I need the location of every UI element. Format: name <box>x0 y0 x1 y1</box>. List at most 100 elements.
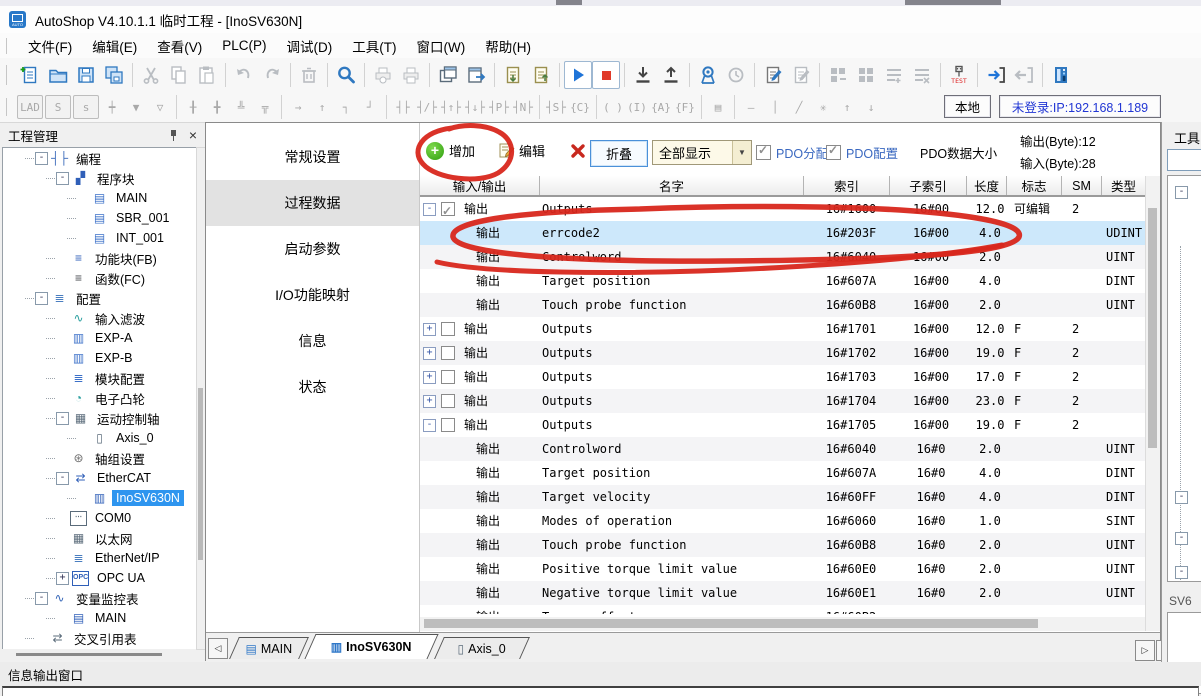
nav-tab-状态[interactable]: 状态 <box>206 364 419 410</box>
pdo-assign-checkbox[interactable]: PDO分配 <box>756 143 828 162</box>
expand-box-icon[interactable]: + <box>423 323 436 336</box>
pdo-config-checkbox[interactable]: PDO配置 <box>826 143 898 162</box>
add-button[interactable]: + 增加 <box>426 141 475 160</box>
tree-item-label[interactable]: 电子凸轮 <box>91 388 149 409</box>
scrollbar-thumb[interactable] <box>424 619 1038 628</box>
doc-tab-main[interactable]: ▤MAIN <box>229 637 309 659</box>
download-plc-icon[interactable] <box>629 61 657 89</box>
toolbox-tree[interactable]: - - - - <box>1167 175 1201 582</box>
tree-item-[interactable]: -┤├编程 <box>3 148 197 168</box>
tree-item-label[interactable]: EXP-B <box>91 350 137 366</box>
tree-item-label[interactable]: INT_001 <box>112 230 168 246</box>
tree-item-[interactable]: ⊛轴组设置 <box>3 448 197 468</box>
column-header-6[interactable]: SM <box>1062 176 1102 195</box>
tree-item-[interactable]: -▞程序块 <box>3 168 197 188</box>
expand-box-icon[interactable]: + <box>56 572 69 585</box>
scrollbar-thumb[interactable] <box>1148 208 1157 448</box>
pin-icon[interactable] <box>169 129 179 141</box>
table-vertical-scrollbar[interactable] <box>1145 176 1160 631</box>
tree-item-label[interactable]: EXP-A <box>91 330 137 346</box>
edit-write-icon[interactable] <box>759 61 787 89</box>
collapse-box-icon[interactable]: - <box>423 203 436 216</box>
new-file-icon[interactable] <box>16 61 44 89</box>
tree-item-exp-b[interactable]: ▥EXP-B <box>3 348 197 368</box>
tree-item-label[interactable]: MAIN <box>91 610 130 626</box>
tree-item-[interactable]: -≣配置 <box>3 288 197 308</box>
export-table-icon[interactable] <box>527 61 555 89</box>
tree-item-label[interactable]: 模块配置 <box>91 368 149 389</box>
tree-item-main[interactable]: ▤MAIN <box>3 188 197 208</box>
edit-button[interactable]: 编辑 <box>498 141 545 160</box>
collapse-box-icon[interactable]: - <box>1175 186 1188 199</box>
collapse-box-icon[interactable]: - <box>56 412 69 425</box>
device-panel-icon[interactable] <box>1047 61 1075 89</box>
collapse-box-icon[interactable]: - <box>56 472 69 485</box>
tree-item-label[interactable]: 交叉引用表 <box>70 628 141 649</box>
doc-tab-axis_0[interactable]: ▯Axis_0 <box>434 637 530 659</box>
tree-item-[interactable]: ∿输入滤波 <box>3 308 197 328</box>
project-tree-horizontal-scrollbar[interactable] <box>2 649 196 660</box>
table-horizontal-scrollbar[interactable] <box>420 617 1145 631</box>
tree-item-label[interactable]: 程序块 <box>93 168 139 189</box>
collapse-box-icon[interactable]: - <box>1175 532 1188 545</box>
run-icon[interactable] <box>564 61 592 89</box>
pdo-row-outputs-161702[interactable]: +输出Outputs16#170216#0019.0F2 <box>420 341 1145 365</box>
tree-item-[interactable]: ▦以太网 <box>3 528 197 548</box>
pdo-row-controlword-166040[interactable]: 输出Controlword16#604016#02.0UINT <box>420 437 1145 461</box>
login-status-button[interactable]: 未登录:IP:192.168.1.189 <box>999 95 1161 118</box>
tab-scroll-left-button[interactable]: ◁ <box>208 638 228 659</box>
toolbox-search-input[interactable] <box>1167 149 1201 171</box>
pdo-row-controlword-166040[interactable]: 输出Controlword16#604016#002.0UINT <box>420 245 1145 269</box>
pdo-row-outputs-161704[interactable]: +输出Outputs16#170416#0023.0F2 <box>420 389 1145 413</box>
tree-item-label[interactable]: MAIN <box>112 190 151 206</box>
menu-t[interactable]: 工具(T) <box>342 34 406 58</box>
import-table-icon[interactable] <box>499 61 527 89</box>
tree-item-[interactable]: -∿变量监控表 <box>3 588 197 608</box>
column-header-1[interactable]: 名字 <box>540 176 804 195</box>
chevron-down-icon[interactable]: ▼ <box>732 141 751 164</box>
tree-item-[interactable]: ◔电子凸轮 <box>3 388 197 408</box>
pdo-checkbox[interactable] <box>441 394 455 408</box>
tree-item-label[interactable]: 功能块(FB) <box>91 248 161 269</box>
nav-tab-io-mapping[interactable]: I/O功能映射 <box>206 272 419 318</box>
tree-item-[interactable]: ≣模块配置 <box>3 368 197 388</box>
open-project-icon[interactable] <box>44 61 72 89</box>
scrollbar-thumb[interactable] <box>198 388 203 560</box>
tree-item-sbr_001[interactable]: ▤SBR_001 <box>3 208 197 228</box>
tree-item-label[interactable]: 运动控制轴 <box>93 408 164 429</box>
column-header-2[interactable]: 索引 <box>804 176 890 195</box>
pdo-row-target-velocity-1660FF[interactable]: 输出Target velocity16#60FF16#04.0DINT <box>420 485 1145 509</box>
tree-item-int_001[interactable]: ▤INT_001 <box>3 228 197 248</box>
menu-d[interactable]: 调试(D) <box>277 34 343 58</box>
scrollbar-thumb[interactable] <box>16 653 162 656</box>
column-header-3[interactable]: 子索引 <box>890 176 967 195</box>
tree-item-ethercat[interactable]: -⇄EtherCAT <box>3 468 197 488</box>
tree-item-label[interactable]: 函数(FC) <box>91 268 149 289</box>
tree-item-fc[interactable]: ≡函数(FC) <box>3 268 197 288</box>
tree-item-main[interactable]: ▤MAIN <box>3 608 197 628</box>
tree-item-[interactable]: -▦运动控制轴 <box>3 408 197 428</box>
nav-tab-常规设置[interactable]: 常规设置 <box>206 134 419 180</box>
tree-item-com0[interactable]: ⋯COM0 <box>3 508 197 528</box>
column-header-0[interactable]: 输入/输出 <box>420 176 540 195</box>
column-header-5[interactable]: 标志 <box>1007 176 1062 195</box>
expand-box-icon[interactable]: + <box>423 371 436 384</box>
nav-tab-过程数据[interactable]: 过程数据 <box>206 180 419 226</box>
menu-f[interactable]: 文件(F) <box>18 34 82 58</box>
tree-item-label[interactable]: EtherCAT <box>93 470 155 486</box>
expand-box-icon[interactable]: + <box>423 347 436 360</box>
collapse-box-icon[interactable]: - <box>35 152 48 165</box>
pdo-row-outputs-161705[interactable]: -输出Outputs16#170516#0019.0F2 <box>420 413 1145 437</box>
tree-item-label[interactable]: OPC UA <box>93 570 149 586</box>
collapse-box-icon[interactable]: - <box>1175 491 1188 504</box>
pdo-row-target-position-16607A[interactable]: 输出Target position16#607A16#04.0DINT <box>420 461 1145 485</box>
expand-box-icon[interactable]: + <box>423 395 436 408</box>
pdo-row-touch-probe-function-1660B8[interactable]: 输出Touch probe function16#60B816#002.0UIN… <box>420 293 1145 317</box>
pdo-row-errcode2-16203F[interactable]: 输出errcode216#203F16#004.0UDINT <box>420 221 1145 245</box>
tree-item-opcua[interactable]: +OPCOPC UA <box>3 568 197 588</box>
tree-item-label[interactable]: 输入滤波 <box>91 308 149 329</box>
pdo-checkbox[interactable] <box>441 322 455 336</box>
column-header-7[interactable]: 类型 <box>1102 176 1145 195</box>
tree-item-ethernetip[interactable]: ≣EtherNet/IP <box>3 548 197 568</box>
tree-item-label[interactable]: SBR_001 <box>112 210 174 226</box>
